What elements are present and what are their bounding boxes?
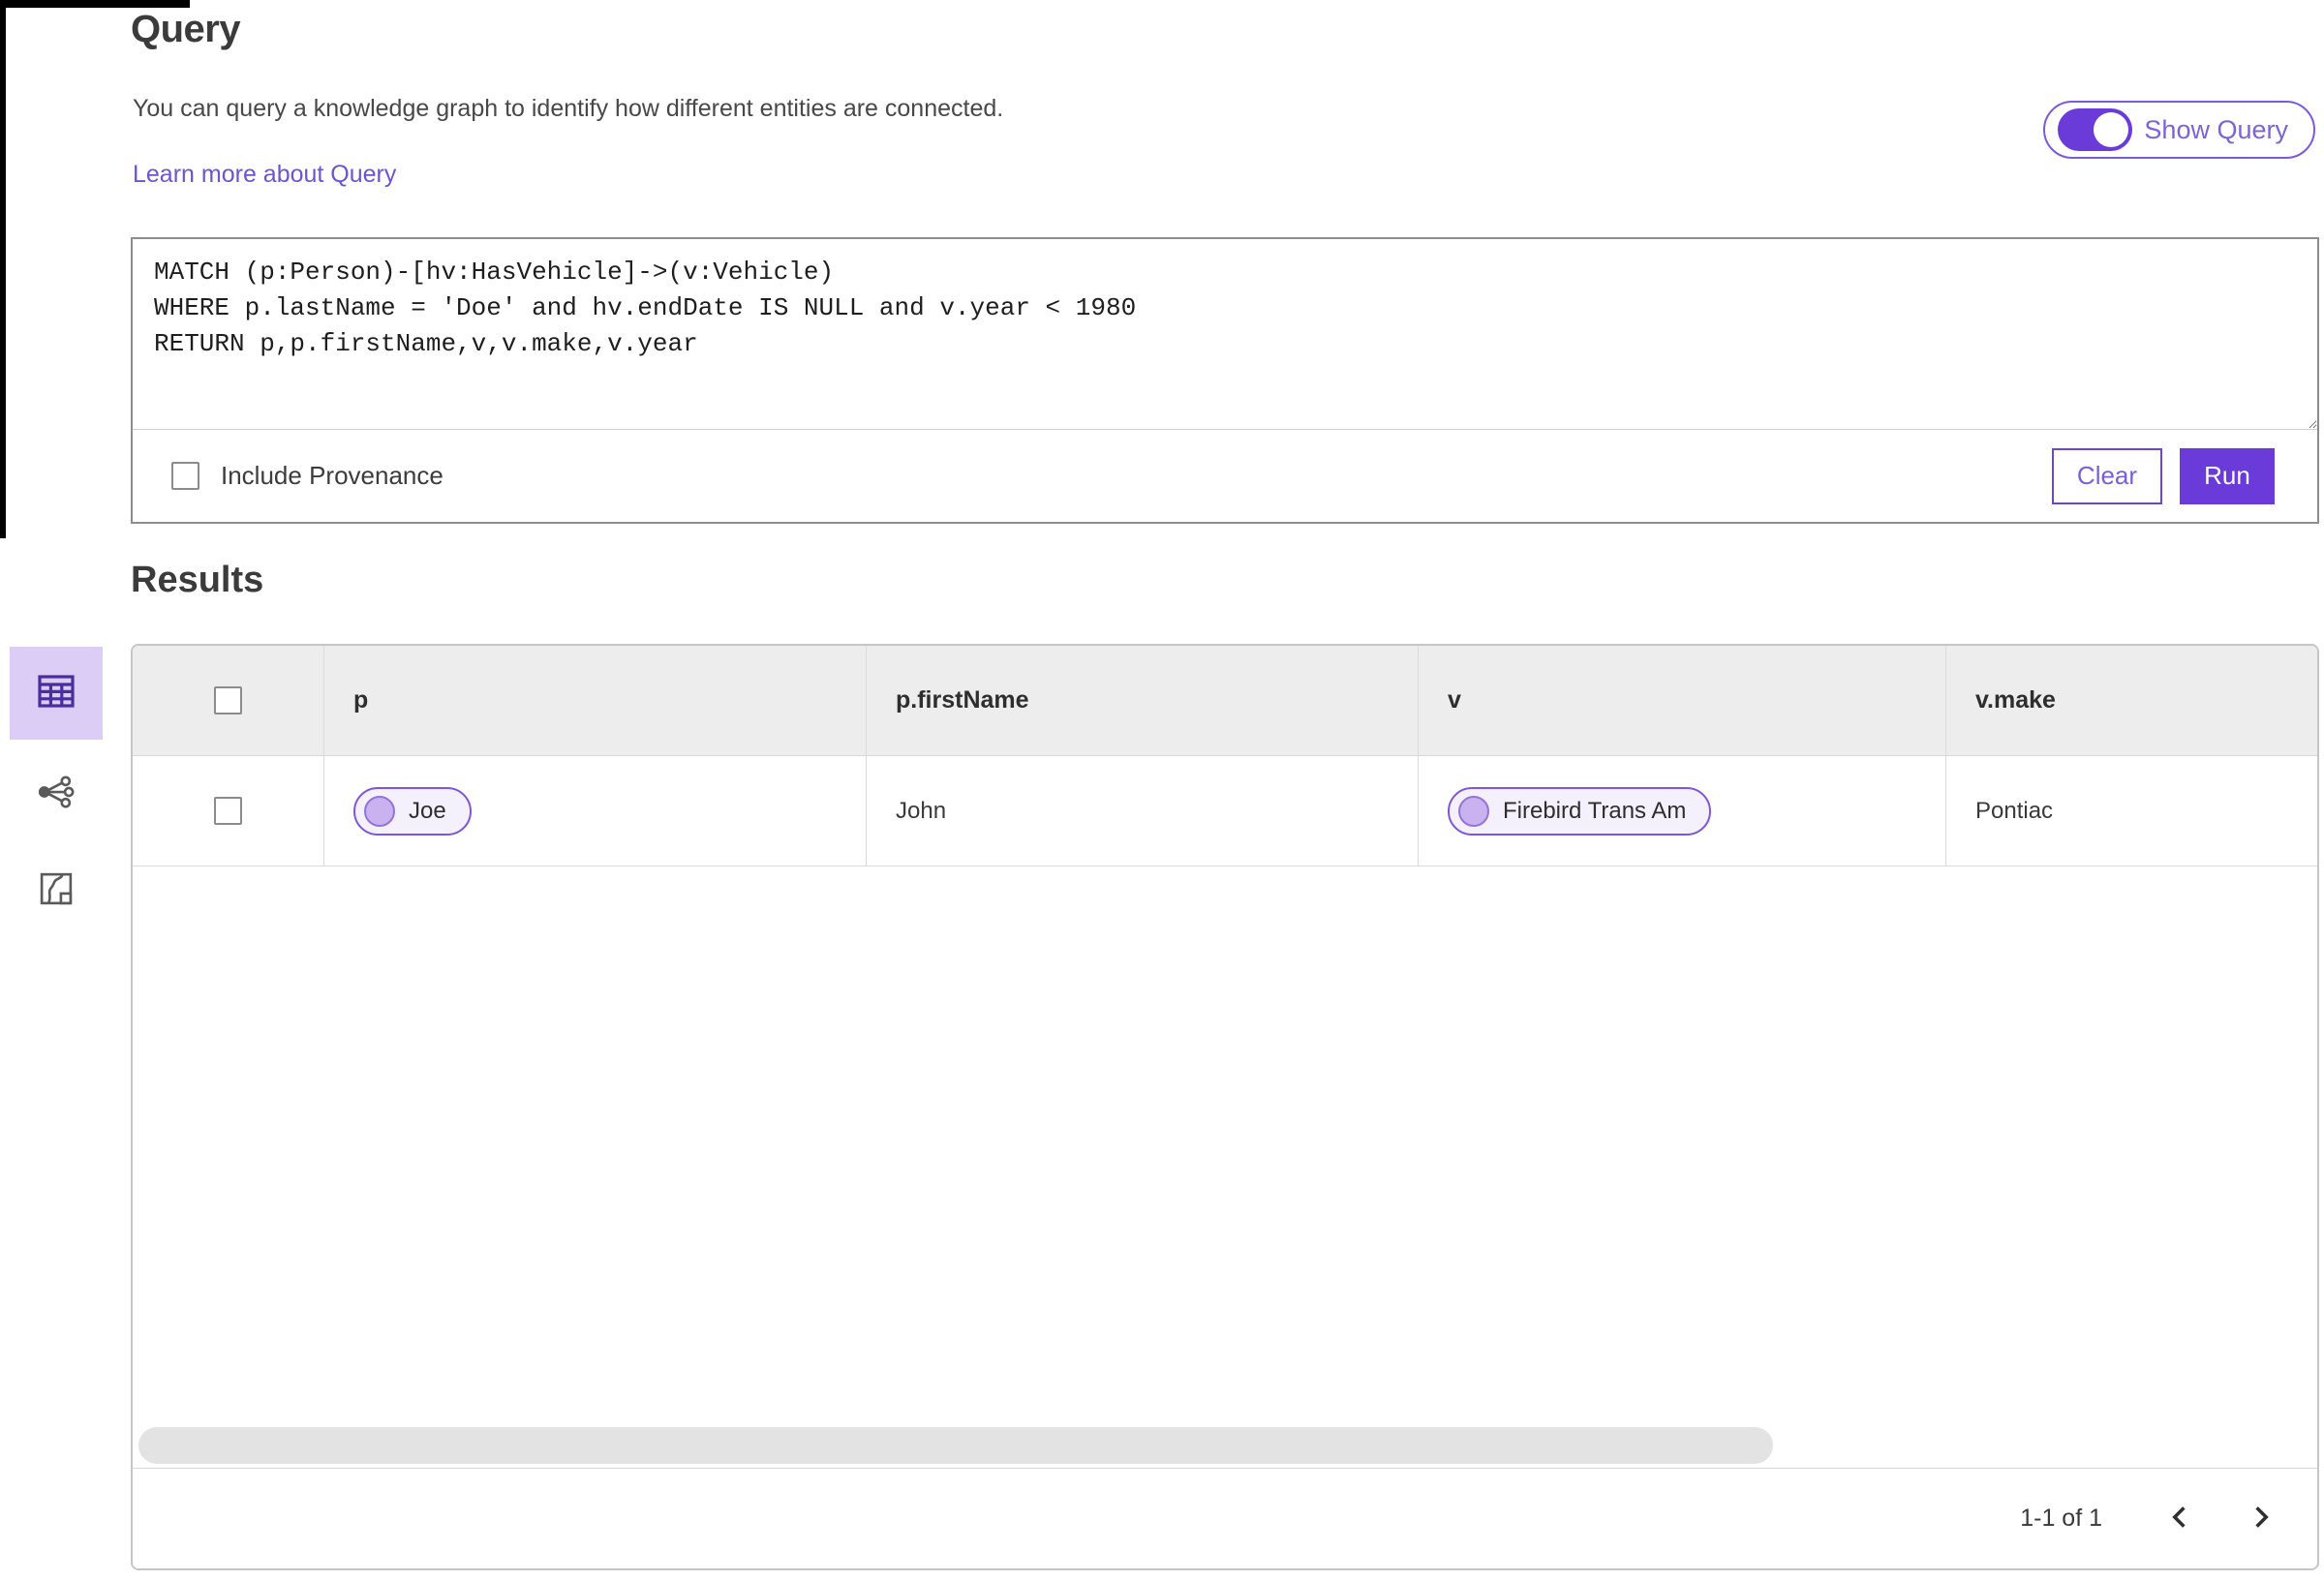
show-query-label: Show Query [2144,114,2288,144]
include-provenance-checkbox[interactable] [171,462,199,490]
results-view-switcher [10,647,103,914]
column-label: v.make [1975,686,2056,714]
table-empty-area [133,867,2317,1468]
results-table-panel: p p.firstName v v.make Joe John Firebird… [131,644,2319,1570]
table-row: Joe John Firebird Trans Am Pontiac [133,756,2317,867]
page-title: Query [131,8,241,50]
table-icon [33,668,79,719]
header-cell-v: v [1419,646,1946,755]
horizontal-scrollbar[interactable] [138,1427,1773,1464]
pagination-range-label: 1-1 of 1 [2020,1505,2102,1532]
column-label: p.firstName [896,686,1029,714]
row-cell-p: Joe [324,756,867,866]
row-cell-v-make: Pontiac [1946,756,2317,866]
entity-node-icon [1458,795,1489,827]
column-label: p [353,686,369,714]
header-cell-p: p [324,646,867,755]
results-heading: Results [131,560,264,600]
page-description: You can query a knowledge graph to ident… [133,95,1004,122]
person-entity-chip[interactable]: Joe [353,786,472,836]
screen-edge-artifact [0,0,190,8]
chevron-left-icon [2169,1504,2190,1534]
vehicle-entity-chip[interactable]: Firebird Trans Am [1448,786,1712,836]
show-query-toggle[interactable]: Show Query [2043,101,2315,159]
query-editor-panel: MATCH (p:Person)-[hv:HasVehicle]->(v:Veh… [131,237,2319,524]
next-page-button[interactable] [2234,1492,2288,1546]
row-cell-p-firstname: John [867,756,1419,866]
table-header-row: p p.firstName v v.make [133,646,2317,756]
header-cell-v-make: v.make [1946,646,2317,755]
query-code-input[interactable]: MATCH (p:Person)-[hv:HasVehicle]->(v:Veh… [133,239,2317,429]
learn-more-link[interactable]: Learn more about Query [133,161,396,189]
entity-chip-label: Firebird Trans Am [1503,797,1687,824]
cell-value: John [896,797,947,824]
header-cell-p-firstname: p.firstName [867,646,1419,755]
map-icon [36,868,76,914]
toggle-knob [2094,112,2129,147]
select-all-checkbox[interactable] [214,686,242,714]
network-view-button[interactable] [33,771,79,817]
screen-edge-artifact [0,0,6,538]
query-page: Query You can query a knowledge graph to… [0,0,2324,1581]
previous-page-button[interactable] [2153,1492,2207,1546]
entity-chip-label: Joe [409,797,446,824]
run-button[interactable]: Run [2180,447,2275,504]
row-checkbox[interactable] [214,797,242,825]
network-icon [36,772,76,817]
query-toolbar: Include Provenance Clear Run [133,429,2317,522]
header-cell-select [133,646,324,755]
toggle-on-icon[interactable] [2058,108,2133,151]
clear-button[interactable]: Clear [2052,447,2162,504]
map-view-button[interactable] [33,867,79,914]
entity-node-icon [364,795,395,827]
row-cell-select [133,756,324,866]
cell-value: Pontiac [1975,797,2054,824]
table-footer: 1-1 of 1 [133,1468,2317,1568]
column-label: v [1448,686,1461,714]
chevron-right-icon [2250,1504,2272,1534]
row-cell-v: Firebird Trans Am [1419,756,1946,866]
table-view-button[interactable] [10,647,103,740]
include-provenance-label: Include Provenance [221,461,443,490]
